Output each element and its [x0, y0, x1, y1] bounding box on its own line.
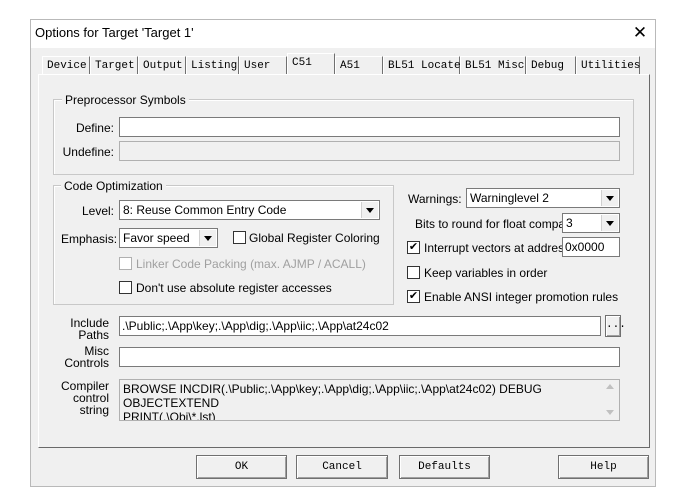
linker-code-packing-label: Linker Code Packing (max. AJMP / ACALL) — [136, 257, 366, 271]
no-absolute-register-label: Don't use absolute register accesses — [136, 281, 332, 295]
define-label: Define: — [75, 121, 114, 135]
help-button[interactable]: Help — [558, 455, 649, 479]
chevron-down-icon[interactable] — [601, 215, 618, 231]
bits-round-select[interactable]: 3 — [562, 213, 620, 233]
tab-user[interactable]: User — [239, 56, 287, 74]
emphasis-label: Emphasis: — [61, 232, 118, 246]
level-label: Level: — [81, 204, 114, 218]
warnings-label: Warnings: — [408, 192, 462, 206]
tab-target[interactable]: Target — [90, 56, 138, 74]
tab-output[interactable]: Output — [138, 56, 186, 74]
chevron-down-icon[interactable] — [199, 230, 216, 246]
tab-bl51-locate[interactable]: BL51 Locate — [383, 56, 461, 74]
emphasis-select[interactable]: Favor speed — [119, 228, 218, 248]
ansi-promotion-checkbox[interactable]: ✔ — [407, 290, 420, 303]
tab-panel-c51: Preprocessor Symbols Define: Undefine: C… — [38, 74, 650, 448]
compiler-control-string: BROWSE INCDIR(.\Public;.\App\key;.\App\d… — [119, 379, 620, 421]
global-register-coloring-label: Global Register Coloring — [249, 231, 380, 245]
chevron-down-icon[interactable] — [361, 202, 378, 218]
code-optimization-title: Code Optimization — [61, 179, 166, 193]
cancel-button[interactable]: Cancel — [296, 455, 388, 479]
level-select[interactable]: 8: Reuse Common Entry Code — [119, 200, 380, 220]
interrupt-address-input[interactable]: 0x0000 — [562, 237, 620, 257]
tab-device[interactable]: Device — [42, 56, 90, 74]
title-bar: Options for Target 'Target 1' ✕ — [31, 20, 655, 48]
keep-variables-label: Keep variables in order — [424, 266, 548, 280]
preprocessor-group-title: Preprocessor Symbols — [62, 93, 189, 107]
tab-debug[interactable]: Debug — [526, 56, 576, 74]
emphasis-value: Favor speed — [123, 231, 190, 245]
preprocessor-group — [53, 99, 634, 175]
close-icon[interactable]: ✕ — [629, 23, 651, 43]
browse-button[interactable]: ... — [605, 315, 626, 337]
undefine-input[interactable] — [119, 141, 620, 161]
warnings-select[interactable]: Warninglevel 2 — [466, 188, 620, 208]
include-paths-input[interactable]: .\Public;.\App\key;.\App\dig;.\App\iic;.… — [119, 316, 601, 336]
global-register-coloring-checkbox[interactable] — [233, 231, 246, 244]
options-dialog: Options for Target 'Target 1' ✕ Device T… — [30, 19, 656, 487]
compiler-control-scrollbar[interactable] — [603, 380, 619, 420]
tab-utilities[interactable]: Utilities — [576, 56, 640, 74]
scroll-up-icon[interactable] — [606, 384, 614, 389]
undefine-label: Undefine: — [62, 145, 114, 159]
compiler-control-label: Compiler control string — [60, 379, 109, 417]
tab-c51[interactable]: C51 — [287, 53, 335, 75]
no-absolute-register-checkbox[interactable] — [119, 281, 132, 294]
keep-variables-checkbox[interactable] — [407, 266, 420, 279]
level-value: 8: Reuse Common Entry Code — [123, 203, 287, 217]
linker-code-packing-checkbox — [119, 257, 132, 270]
window-title: Options for Target 'Target 1' — [35, 25, 194, 40]
tab-a51[interactable]: A51 — [335, 56, 383, 74]
bits-round-value: 3 — [566, 216, 573, 230]
interrupt-vectors-checkbox[interactable]: ✔ — [407, 241, 420, 254]
tab-bl51-misc[interactable]: BL51 Misc — [460, 56, 526, 74]
include-paths-label: Include Paths — [70, 316, 109, 342]
misc-controls-label: Misc Controls — [64, 344, 109, 370]
tab-listing[interactable]: Listing — [186, 56, 239, 74]
scroll-down-icon[interactable] — [606, 410, 614, 415]
define-input[interactable] — [119, 117, 620, 137]
bits-round-label: Bits to round for float compare: — [415, 217, 580, 231]
chevron-down-icon[interactable] — [601, 190, 618, 206]
ansi-promotion-label: Enable ANSI integer promotion rules — [424, 290, 619, 304]
ok-button[interactable]: OK — [196, 455, 287, 479]
misc-controls-input[interactable] — [119, 347, 620, 367]
defaults-button[interactable]: Defaults — [399, 455, 490, 479]
warnings-value: Warninglevel 2 — [470, 191, 549, 205]
interrupt-vectors-label: Interrupt vectors at address: — [424, 241, 574, 255]
